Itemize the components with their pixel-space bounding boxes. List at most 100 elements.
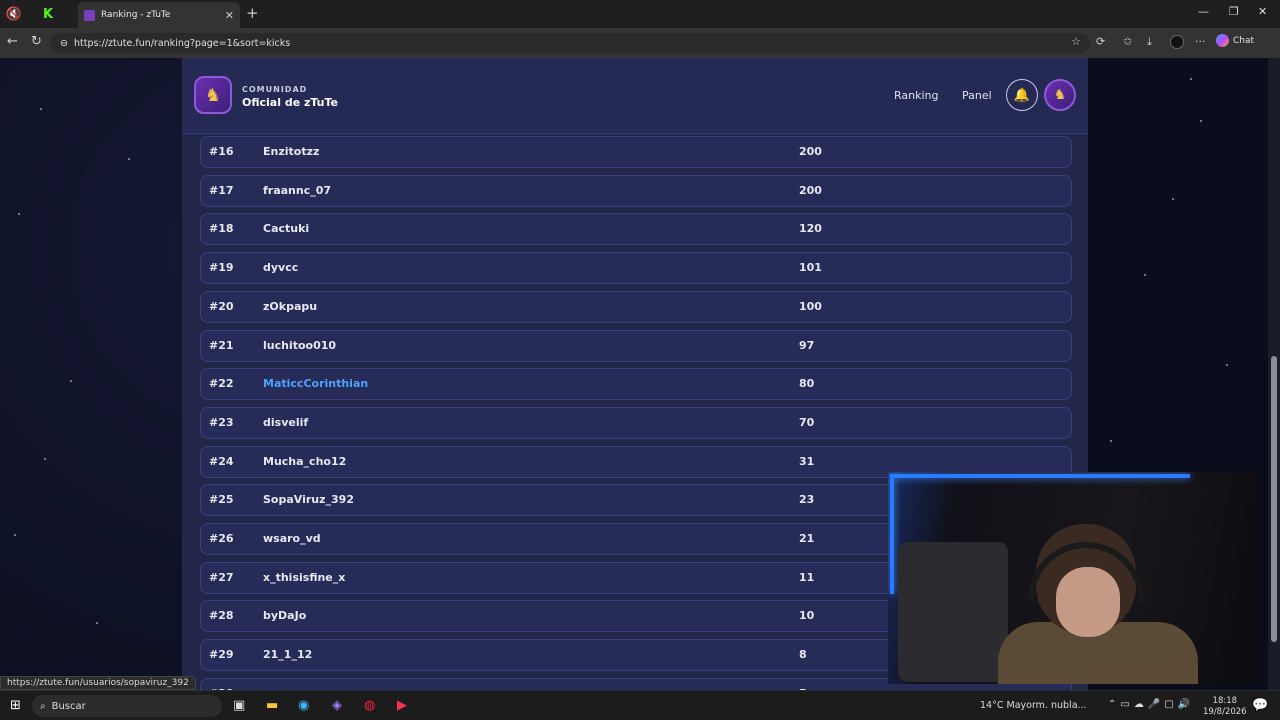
table-row[interactable]: #21 luchitoo010 97 [200, 330, 1072, 362]
community-logo-icon[interactable]: ♞ [194, 76, 232, 114]
tab-ranking[interactable]: Ranking - zTuTe ✕ [78, 2, 240, 28]
row-username[interactable]: dyvcc [263, 261, 298, 274]
notifications-bell-icon[interactable]: 🔔 [1006, 79, 1038, 111]
row-points: 80 [799, 377, 815, 390]
row-username[interactable]: Enzitotzz [263, 145, 319, 158]
row-username[interactable]: wsaro_vd [263, 532, 321, 545]
windows-start-icon[interactable]: ⊞ [10, 698, 21, 713]
row-points: 31 [799, 455, 815, 468]
row-points: 10 [799, 609, 815, 622]
row-rank: #16 [209, 145, 234, 158]
row-username[interactable]: fraannc_07 [263, 184, 331, 197]
nav-ranking[interactable]: Ranking [894, 89, 939, 102]
table-row[interactable]: #16 Enzitotzz 200 [200, 136, 1072, 168]
downloads-icon[interactable]: ⤓ [1147, 35, 1152, 49]
row-username[interactable]: byDaJo [263, 609, 306, 622]
site-header: ♞ COMUNIDAD Oficial de zTuTe Ranking Pan… [182, 58, 1088, 134]
media-player-icon[interactable]: ▶ [397, 698, 407, 713]
back-icon[interactable]: ← [7, 34, 18, 49]
row-rank: #21 [209, 339, 234, 352]
row-username[interactable]: disvelif [263, 416, 308, 429]
site-info-icon[interactable]: ⊖ [60, 38, 68, 49]
profile-icon[interactable] [1170, 35, 1184, 49]
table-row[interactable]: #20 zOkpapu 100 [200, 291, 1072, 323]
row-points: 97 [799, 339, 815, 352]
search-placeholder: Buscar [51, 700, 86, 712]
row-points: 8 [799, 648, 807, 661]
recorder-icon[interactable]: ◍ [364, 698, 375, 713]
row-rank: #28 [209, 609, 234, 622]
minimize-icon[interactable]: — [1198, 5, 1209, 18]
taskbar-search[interactable]: ⌕ Buscar [32, 695, 222, 717]
row-username[interactable]: Cactuki [263, 222, 309, 235]
scrollbar-thumb[interactable] [1271, 356, 1277, 642]
task-view-icon[interactable]: ▣ [233, 698, 245, 713]
time: 18:18 [1212, 696, 1238, 706]
kick-tab-icon[interactable]: K [34, 0, 62, 28]
row-username[interactable]: luchitoo010 [263, 339, 336, 352]
row-points: 100 [799, 300, 822, 313]
row-rank: #18 [209, 222, 234, 235]
user-avatar[interactable]: ♞ [1044, 79, 1076, 111]
new-tab-icon[interactable]: + [246, 4, 259, 22]
webcam-overlay [888, 472, 1258, 684]
row-points: 21 [799, 532, 815, 545]
mute-icon[interactable]: 🔇 [0, 0, 28, 28]
page-scrollbar[interactable] [1268, 58, 1280, 690]
brand-small: COMUNIDAD [242, 85, 308, 94]
url-text: https://ztute.fun/ranking?page=1&sort=ki… [73, 37, 291, 49]
chat-label: Chat [1233, 35, 1255, 46]
reload-icon[interactable]: ↻ [31, 34, 42, 49]
row-username[interactable]: Mucha_cho12 [263, 455, 346, 468]
more-menu-icon[interactable]: ··· [1195, 35, 1206, 48]
row-username[interactable]: SopaViruz_392 [263, 493, 354, 506]
row-rank: #20 [209, 300, 234, 313]
search-icon: ⌕ [40, 700, 46, 712]
row-username[interactable]: 21_1_12 [263, 648, 312, 661]
table-row[interactable]: #22 MaticcCorinthian 80 [200, 368, 1072, 400]
close-tab-icon[interactable]: ✕ [225, 9, 234, 22]
table-row[interactable]: #17 fraannc_07 200 [200, 175, 1072, 207]
nav-panel[interactable]: Panel [962, 89, 992, 102]
windows-taskbar: ⊞ ⌕ Buscar ▣ ▬ ◉ ◈ ◍ ▶ 14°C Mayorm. nubl… [0, 690, 1280, 720]
table-row[interactable]: #23 disvelif 70 [200, 407, 1072, 439]
close-window-icon[interactable]: ✕ [1258, 5, 1267, 18]
brand-main: Oficial de zTuTe [242, 96, 339, 109]
app-icon[interactable]: ◈ [332, 698, 342, 713]
favorites-icon[interactable]: ✩ [1123, 35, 1132, 48]
notifications-icon[interactable]: 💬 [1252, 698, 1268, 713]
row-rank: #19 [209, 261, 234, 274]
row-points: 23 [799, 493, 815, 506]
table-row[interactable]: #18 Cactuki 120 [200, 213, 1072, 245]
extensions-icon[interactable]: ⟳ [1096, 35, 1105, 48]
row-points: 101 [799, 261, 822, 274]
taskbar-clock[interactable]: 18:18 19/8/2026 [1203, 696, 1247, 718]
table-row[interactable]: #19 dyvcc 101 [200, 252, 1072, 284]
row-rank: #23 [209, 416, 234, 429]
row-points: 200 [799, 145, 822, 158]
row-rank: #27 [209, 571, 234, 584]
row-points: 120 [799, 222, 822, 235]
row-rank: #29 [209, 648, 234, 661]
weather-widget[interactable]: 14°C Mayorm. nubla... [980, 700, 1087, 711]
copilot-chat-button[interactable]: Chat [1216, 34, 1254, 47]
row-rank: #25 [209, 493, 234, 506]
row-rank: #17 [209, 184, 234, 197]
edge-icon[interactable]: ◉ [298, 698, 309, 713]
row-points: 11 [799, 571, 815, 584]
row-rank: #26 [209, 532, 234, 545]
favorite-icon[interactable]: ☆ [1071, 35, 1081, 48]
url-bar[interactable]: ⊖ https://ztute.fun/ranking?page=1&sort=… [50, 33, 1090, 53]
row-points: 200 [799, 184, 822, 197]
system-tray-icons[interactable]: ⌃▭☁🎤▢🔊 [1108, 699, 1194, 710]
row-username[interactable]: MaticcCorinthian [263, 377, 368, 390]
row-rank: #24 [209, 455, 234, 468]
row-rank: #22 [209, 377, 234, 390]
tab-title: Ranking - zTuTe [101, 10, 171, 20]
row-username[interactable]: x_thisisfine_x [263, 571, 345, 584]
maximize-icon[interactable]: ❐ [1229, 5, 1239, 18]
copilot-icon [1216, 34, 1229, 47]
file-explorer-icon[interactable]: ▬ [266, 698, 278, 713]
tab-favicon [84, 9, 95, 21]
row-username[interactable]: zOkpapu [263, 300, 317, 313]
